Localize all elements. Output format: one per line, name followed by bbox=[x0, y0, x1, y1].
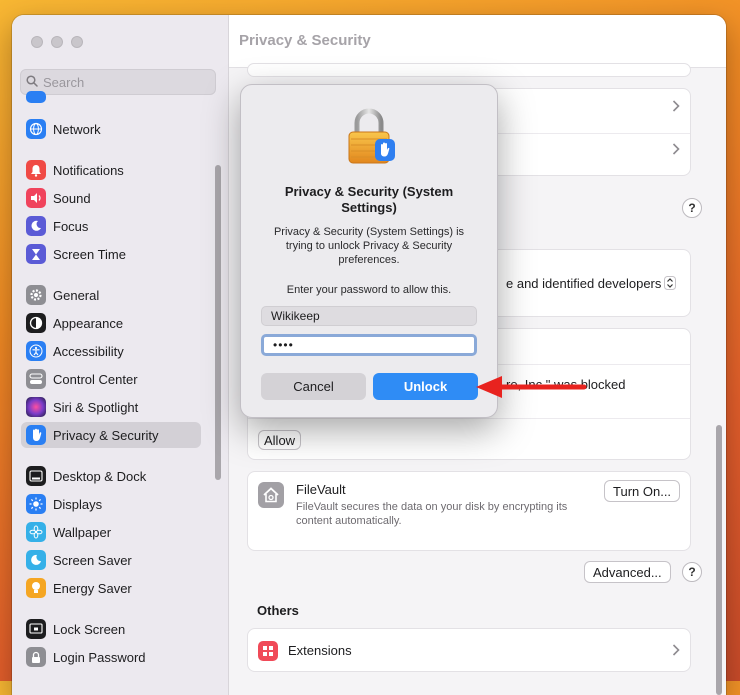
close-window-button[interactable] bbox=[31, 36, 43, 48]
auth-dialog: Privacy & Security (System Settings) Pri… bbox=[240, 84, 498, 418]
minimize-window-button[interactable] bbox=[51, 36, 63, 48]
sidebar-item-label: Network bbox=[53, 121, 101, 137]
sidebar-item-appearance[interactable]: Appearance bbox=[21, 310, 201, 336]
sidebar-item-label: Energy Saver bbox=[53, 580, 132, 596]
search-icon bbox=[21, 74, 43, 90]
filevault-title: FileVault bbox=[296, 482, 346, 497]
sidebar-item-control-center[interactable]: Control Center bbox=[21, 366, 201, 392]
sidebar-item-network[interactable]: Network bbox=[21, 116, 201, 142]
sidebar-item-login-password[interactable]: Login Password bbox=[21, 644, 201, 670]
sidebar-item-label: Privacy & Security bbox=[53, 427, 159, 443]
toggles-icon bbox=[26, 369, 46, 389]
sidebar-item-screen-time[interactable]: Screen Time bbox=[21, 241, 201, 267]
sidebar-item-label: Control Center bbox=[53, 371, 138, 387]
sidebar-item-sound[interactable]: Sound bbox=[21, 185, 201, 211]
filevault-description: FileVault secures the data on your disk … bbox=[296, 501, 568, 527]
sidebar-scrollbar[interactable] bbox=[215, 165, 221, 480]
padlock-icon bbox=[345, 107, 397, 170]
sidebar-item-label: Login Password bbox=[53, 649, 146, 665]
bulb-icon bbox=[26, 578, 46, 598]
sidebar-item-label: Screen Time bbox=[53, 246, 126, 262]
sidebar-item-lock-screen[interactable]: Lock Screen bbox=[21, 616, 201, 642]
house-lock-icon bbox=[258, 482, 284, 508]
sidebar: Network Notifications Sound Focus bbox=[12, 15, 229, 695]
sidebar-item-partial[interactable] bbox=[21, 91, 201, 103]
globe-icon bbox=[26, 119, 46, 139]
moon-icon bbox=[26, 216, 46, 236]
password-field[interactable] bbox=[261, 334, 477, 356]
sidebar-item-label: Lock Screen bbox=[53, 621, 126, 637]
puzzle-icon bbox=[258, 641, 278, 661]
filevault-card: FileVault FileVault secures the data on … bbox=[247, 471, 691, 551]
flower-icon bbox=[26, 522, 46, 542]
sidebar-item-label: Screen Saver bbox=[53, 552, 132, 568]
extensions-label: Extensions bbox=[288, 643, 352, 658]
hand-icon bbox=[26, 425, 46, 445]
screensaver-icon bbox=[26, 550, 46, 570]
cancel-button[interactable]: Cancel bbox=[261, 373, 366, 400]
chevron-right-icon bbox=[672, 643, 680, 661]
sidebar-item-label: Focus bbox=[53, 218, 89, 234]
hourglass-icon bbox=[26, 244, 46, 264]
speaker-icon bbox=[26, 188, 46, 208]
partial-icon bbox=[26, 91, 46, 103]
siri-icon bbox=[26, 397, 46, 417]
main-scrollbar[interactable] bbox=[716, 425, 722, 695]
advanced-button[interactable]: Advanced... bbox=[584, 561, 671, 583]
lock-screen-icon bbox=[26, 619, 46, 639]
appearance-icon bbox=[26, 313, 46, 333]
allow-button[interactable]: Allow bbox=[258, 430, 302, 450]
sidebar-item-label: Siri & Spotlight bbox=[53, 399, 139, 415]
gear-icon bbox=[26, 285, 46, 305]
popup-stepper-icon[interactable] bbox=[664, 276, 676, 293]
sidebar-item-accessibility[interactable]: Accessibility bbox=[21, 338, 201, 364]
sun-icon bbox=[26, 494, 46, 514]
sidebar-item-wallpaper[interactable]: Wallpaper bbox=[21, 519, 201, 545]
sidebar-item-label: General bbox=[53, 287, 100, 303]
sidebar-item-general[interactable]: General bbox=[21, 282, 201, 308]
sidebar-item-label: Desktop & Dock bbox=[53, 468, 147, 484]
sidebar-item-energy-saver[interactable]: Energy Saver bbox=[21, 575, 201, 601]
allowed-apps-text: e and identified developers bbox=[506, 276, 662, 291]
sidebar-item-screen-saver[interactable]: Screen Saver bbox=[21, 547, 201, 573]
username-field[interactable] bbox=[261, 306, 477, 326]
window-controls bbox=[31, 36, 83, 48]
dialog-prompt: Enter your password to allow this. bbox=[286, 284, 452, 296]
help-button[interactable]: ? bbox=[682, 562, 702, 582]
sidebar-item-label: Appearance bbox=[53, 315, 124, 331]
sidebar-item-notifications[interactable]: Notifications bbox=[21, 157, 201, 183]
sidebar-item-label: Wallpaper bbox=[53, 524, 112, 540]
annotation-arrow-icon bbox=[476, 376, 587, 398]
others-heading: Others bbox=[257, 603, 299, 618]
row-divider bbox=[248, 418, 690, 419]
unlock-button[interactable]: Unlock bbox=[373, 373, 478, 400]
sidebar-item-focus[interactable]: Focus bbox=[21, 213, 201, 239]
sidebar-item-label: Accessibility bbox=[53, 343, 124, 359]
sidebar-item-privacy-security[interactable]: Privacy & Security bbox=[21, 422, 201, 448]
sidebar-item-desktop-dock[interactable]: Desktop & Dock bbox=[21, 463, 201, 489]
chevron-right-icon[interactable] bbox=[672, 99, 680, 117]
dock-icon bbox=[26, 466, 46, 486]
sidebar-item-displays[interactable]: Displays bbox=[21, 491, 201, 517]
help-button[interactable]: ? bbox=[682, 198, 702, 218]
chevron-right-icon[interactable] bbox=[672, 142, 680, 160]
extensions-row[interactable]: Extensions bbox=[247, 628, 691, 672]
dialog-description: Privacy & Security (System Settings) is … bbox=[273, 226, 465, 266]
settings-card-partial bbox=[247, 63, 691, 77]
dialog-title: Privacy & Security (System Settings) bbox=[284, 184, 454, 215]
page-title: Privacy & Security bbox=[239, 32, 371, 49]
zoom-window-button[interactable] bbox=[71, 36, 83, 48]
sidebar-item-siri-spotlight[interactable]: Siri & Spotlight bbox=[21, 394, 201, 420]
sidebar-item-label: Notifications bbox=[53, 162, 124, 178]
bell-icon bbox=[26, 160, 46, 180]
lock-icon bbox=[26, 647, 46, 667]
accessibility-icon bbox=[26, 341, 46, 361]
sidebar-item-label: Sound bbox=[53, 190, 91, 206]
turn-on-filevault-button[interactable]: Turn On... bbox=[604, 480, 681, 502]
sidebar-item-label: Displays bbox=[53, 496, 103, 512]
search-input[interactable] bbox=[43, 74, 203, 90]
